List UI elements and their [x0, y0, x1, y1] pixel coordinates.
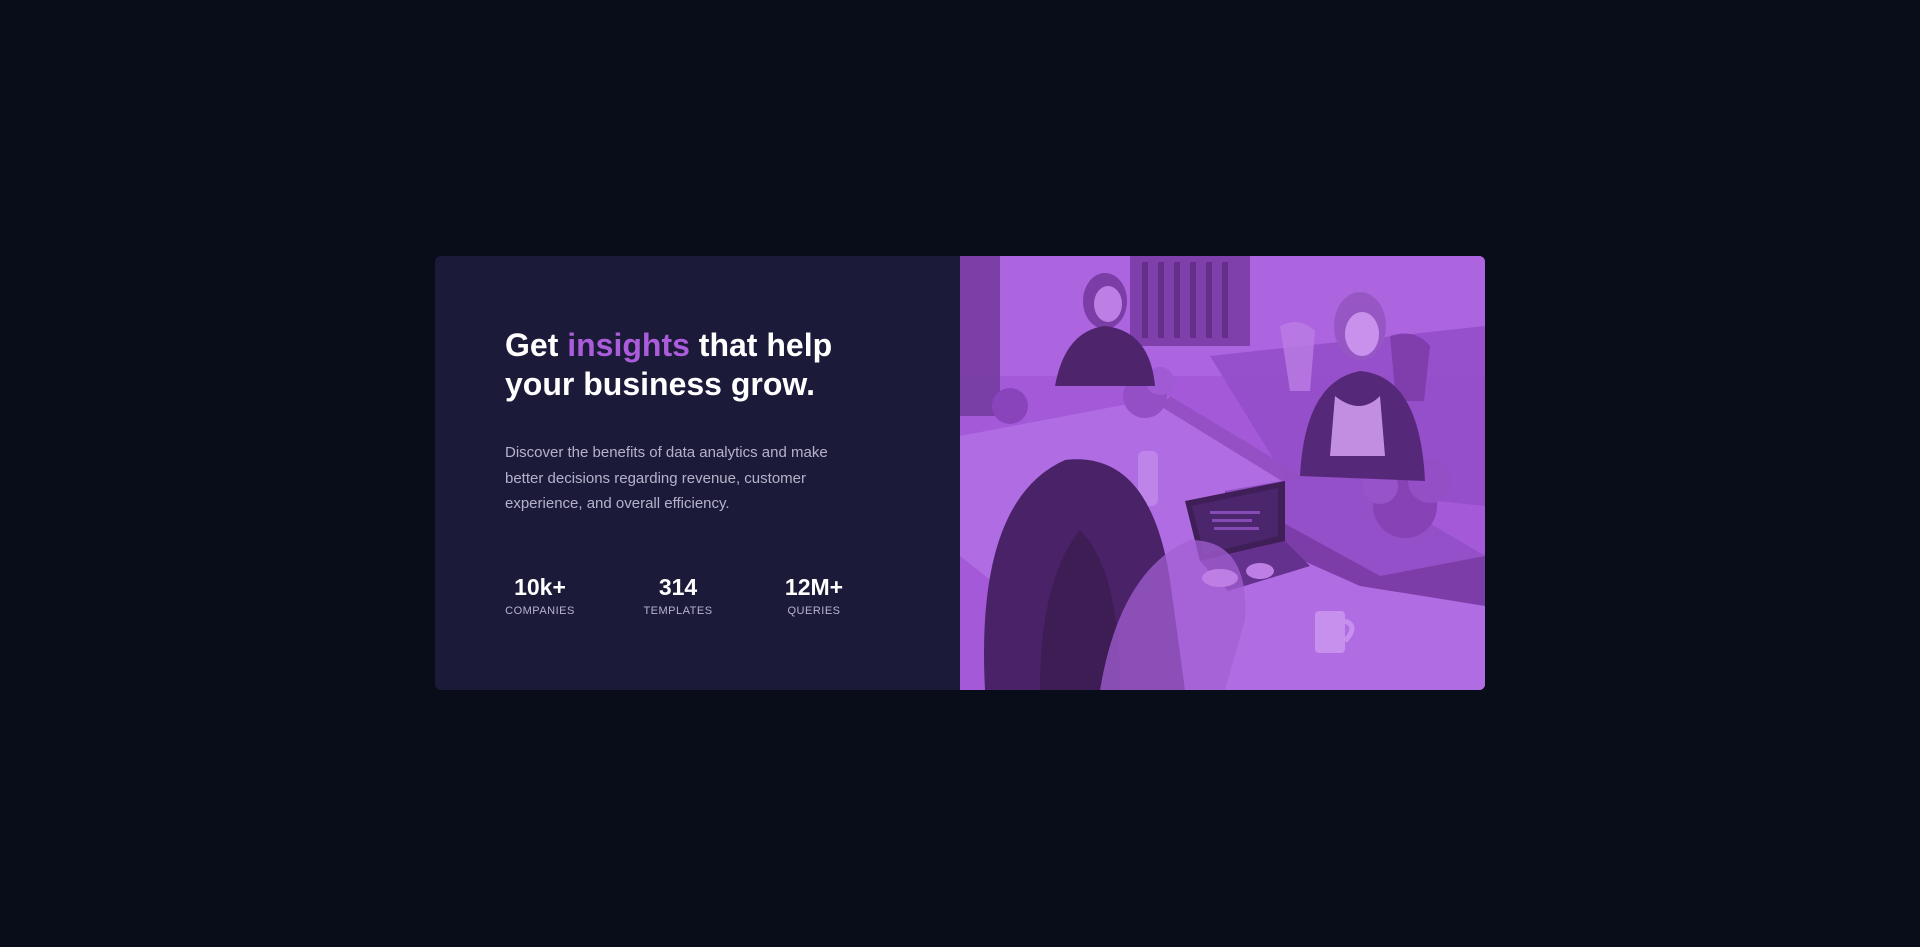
stat-value: 10k+ [514, 574, 566, 600]
office-photo-illustration [960, 256, 1485, 690]
header-image [960, 256, 1485, 690]
stat-value: 12M+ [784, 574, 844, 600]
headline-accent-word: insights [567, 327, 690, 363]
stats-preview-card: Get insights that help your business gro… [435, 256, 1485, 690]
stats-row: 10k+ Companies 314 Templates 12M+ Querie… [505, 573, 849, 617]
stat-templates: 314 Templates [643, 573, 713, 617]
stat-label: Queries [787, 605, 841, 617]
headline: Get insights that help your business gro… [505, 326, 885, 404]
description: Discover the benefits of data analytics … [505, 444, 828, 512]
card-content: Get insights that help your business gro… [435, 256, 960, 690]
stat-queries: 12M+ Queries [779, 573, 849, 617]
stat-label: Companies [505, 605, 575, 617]
headline-text-start: Get [505, 327, 568, 363]
stat-companies: 10k+ Companies [505, 573, 575, 617]
stat-value: 314 [658, 574, 698, 600]
stat-label: Templates [643, 605, 713, 617]
